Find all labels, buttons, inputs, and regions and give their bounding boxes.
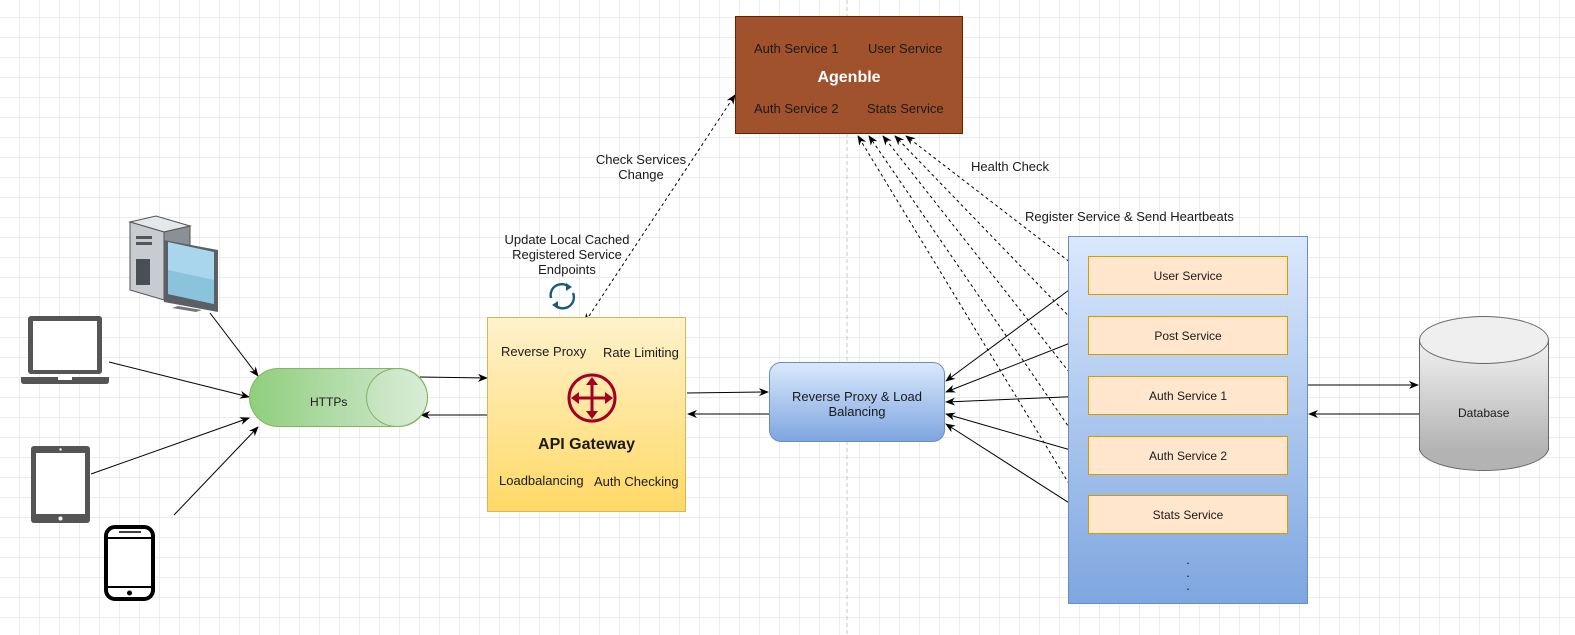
label-line: Check Services <box>595 152 687 167</box>
edge-proxy-auth1 <box>945 395 1089 406</box>
edge-proxy-post <box>945 335 1089 393</box>
edge-gateway-proxy <box>686 388 769 397</box>
desktop-computer-icon[interactable] <box>126 214 220 314</box>
agenble-item: Auth Service 1 <box>754 41 839 56</box>
service-label: Stats Service <box>1152 507 1224 522</box>
edge-auth1-agenble <box>882 135 1094 404</box>
move-arrows-icon <box>567 373 617 423</box>
agenble-item: Auth Service 2 <box>754 101 839 116</box>
refresh-icon <box>549 282 576 310</box>
label-line: Registered Service <box>512 247 622 262</box>
service-stats[interactable]: Stats Service <box>1088 495 1288 534</box>
smartphone-icon[interactable] <box>103 525 157 603</box>
tablet-icon[interactable] <box>30 445 92 525</box>
service-label: Post Service <box>1154 328 1222 343</box>
database-top <box>1419 316 1549 364</box>
agenble-title: Agenble <box>817 69 881 86</box>
service-auth-1[interactable]: Auth Service 1 <box>1088 376 1288 415</box>
laptop-icon[interactable] <box>20 315 110 387</box>
label-line: Change <box>618 167 664 182</box>
https-label: HTTPs <box>310 395 348 409</box>
edge-https-gateway <box>419 373 488 382</box>
service-auth-2[interactable]: Auth Service 2 <box>1088 436 1288 475</box>
service-post[interactable]: Post Service <box>1088 316 1288 355</box>
edge-phone-https <box>173 426 259 516</box>
check-services-label: Check Services Change <box>586 152 696 182</box>
api-gateway[interactable]: Reverse Proxy Rate Limiting API Gateway … <box>487 317 686 512</box>
gateway-feature: Auth Checking <box>594 474 679 489</box>
reverse-proxy-label: Reverse Proxy & Load Balancing <box>770 389 944 419</box>
gateway-feature: Rate Limiting <box>603 345 679 360</box>
edge-proxy-user <box>945 275 1089 382</box>
register-service-label: Register Service & Send Heartbeats <box>1025 209 1234 224</box>
https-channel-cap <box>366 368 428 427</box>
service-user[interactable]: User Service <box>1088 256 1288 295</box>
edge-proxy-stats <box>945 423 1096 520</box>
edge-laptop-https <box>108 361 250 399</box>
edge-proxy-auth2 <box>945 412 1097 459</box>
label-line: Balancing <box>828 404 886 419</box>
agenble-item: User Service <box>868 41 943 56</box>
service-label: User Service <box>1153 268 1223 283</box>
database-label: Database <box>1458 406 1510 420</box>
agenble-registry[interactable]: Auth Service 1 User Service Agenble Auth… <box>735 16 963 134</box>
service-label: Auth Service 2 <box>1148 448 1228 463</box>
edge-user-agenble <box>905 135 1096 282</box>
more-services-ellipsis: · · · <box>1185 555 1191 596</box>
update-cache-label: Update Local Cached Registered Service E… <box>496 232 638 277</box>
edge-stats-agenble <box>857 135 1093 523</box>
edge-tablet-https <box>90 417 250 475</box>
gateway-feature: Reverse Proxy <box>501 344 587 359</box>
label-line: Update Local Cached <box>504 232 630 247</box>
gateway-title: API Gateway <box>538 436 635 453</box>
health-check-label: Health Check <box>971 159 1050 174</box>
label-line: Endpoints <box>538 262 596 277</box>
reverse-proxy-load-balancer[interactable]: Reverse Proxy & Load Balancing <box>769 362 945 442</box>
edge-gateway-agenble <box>584 94 736 324</box>
edge-desktop-https <box>209 312 259 377</box>
label-line: Reverse Proxy & Load <box>791 389 923 404</box>
service-label: Auth Service 1 <box>1148 388 1228 403</box>
gateway-feature: Loadbalancing <box>499 473 584 488</box>
agenble-item: Stats Service <box>867 101 944 116</box>
